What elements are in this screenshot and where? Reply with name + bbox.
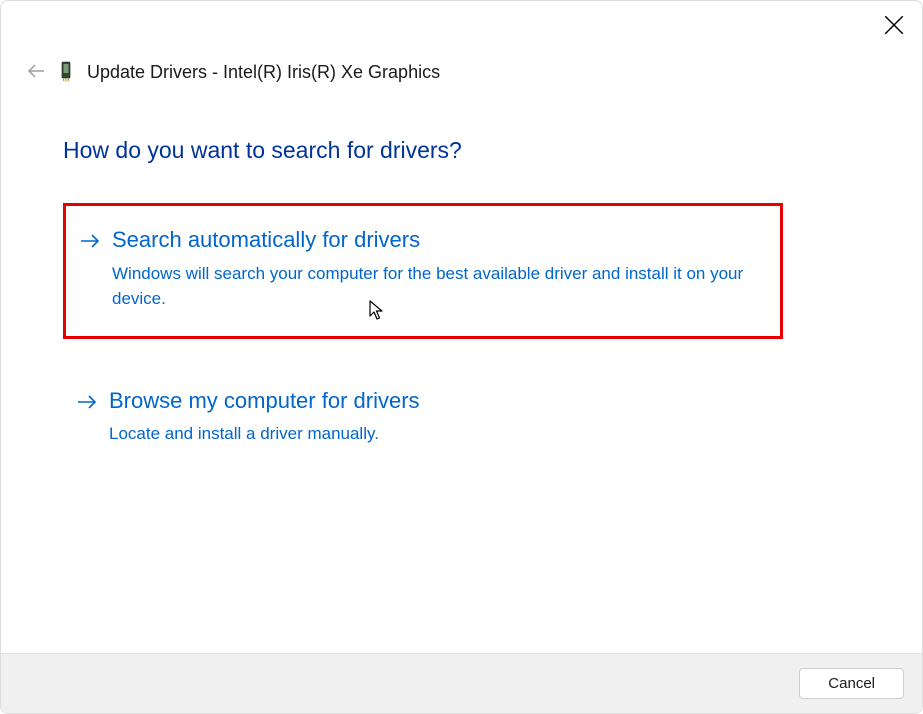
option-title: Search automatically for drivers [112, 226, 752, 255]
option-search-automatically[interactable]: Search automatically for drivers Windows… [63, 203, 783, 339]
update-drivers-dialog: Update Drivers - Intel(R) Iris(R) Xe Gra… [0, 0, 923, 714]
option-browse-computer[interactable]: Browse my computer for drivers Locate an… [63, 367, 783, 471]
arrow-right-icon [80, 228, 100, 257]
back-arrow-icon [27, 63, 45, 81]
arrow-right-icon [77, 389, 97, 418]
option-content: Search automatically for drivers Windows… [112, 226, 752, 312]
options-list: Search automatically for drivers Windows… [63, 203, 783, 471]
cancel-button[interactable]: Cancel [799, 668, 904, 699]
dialog-footer: Cancel [1, 653, 922, 713]
option-title: Browse my computer for drivers [109, 387, 755, 416]
close-icon [884, 15, 904, 35]
dialog-title: Update Drivers - Intel(R) Iris(R) Xe Gra… [87, 62, 440, 83]
device-icon [59, 61, 73, 83]
option-description: Locate and install a driver manually. [109, 421, 755, 447]
page-heading: How do you want to search for drivers? [63, 137, 462, 164]
option-content: Browse my computer for drivers Locate an… [109, 387, 755, 447]
close-button[interactable] [884, 15, 904, 35]
option-description: Windows will search your computer for th… [112, 261, 752, 312]
dialog-header: Update Drivers - Intel(R) Iris(R) Xe Gra… [27, 61, 440, 83]
